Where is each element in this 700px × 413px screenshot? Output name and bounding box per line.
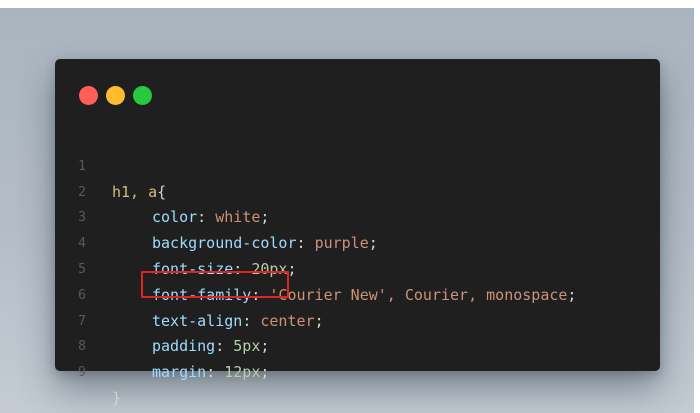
css-value: 12px — [224, 363, 261, 382]
code-line: 2 color: white; — [55, 154, 660, 227]
highlight-box — [141, 271, 289, 298]
css-property: margin — [152, 363, 207, 382]
window-controls — [79, 86, 152, 105]
code-line: 4 font-size: 20px; — [55, 205, 660, 278]
close-icon[interactable] — [79, 86, 98, 105]
code-line: 8 margin: 12px; — [55, 309, 660, 381]
maximize-icon[interactable] — [133, 86, 152, 105]
code-line: 9 } — [55, 334, 660, 407]
code-line: 3 background-color: purple; — [55, 180, 660, 252]
code-line: 5 font-family: 'Courier New', Courier, m… — [55, 231, 660, 304]
code-block: 1 h1, a{ 2 color: white; 3 background-co… — [55, 128, 660, 407]
code-window: 1 h1, a{ 2 color: white; 3 background-co… — [55, 59, 660, 407]
close-brace: } — [112, 388, 122, 407]
minimize-icon[interactable] — [106, 86, 125, 105]
line-number: 9 — [78, 365, 86, 381]
top-border — [0, 0, 700, 8]
right-border — [694, 0, 700, 413]
code-line: 1 h1, a{ — [55, 128, 660, 201]
